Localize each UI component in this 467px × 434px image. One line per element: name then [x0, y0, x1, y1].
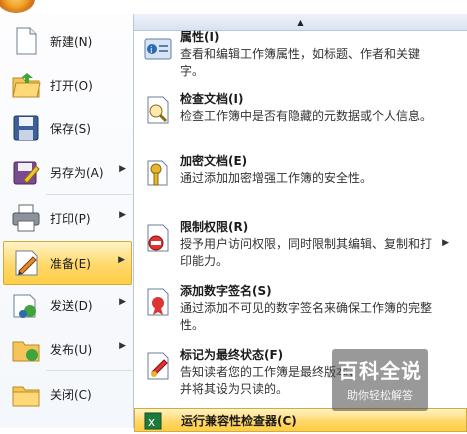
submenu-arrow-icon: ▶	[118, 255, 125, 265]
menu-item-label: 准备(E)	[50, 256, 91, 271]
printer-icon	[10, 202, 42, 234]
menu-item-open[interactable]: 打开(O)	[4, 64, 132, 106]
send-icon	[10, 289, 42, 321]
submenu-item-title: 限制权限(R)	[180, 220, 249, 234]
properties-icon: i	[142, 32, 174, 64]
submenu-item-title: 标记为最终状态(F)	[180, 348, 284, 362]
digital-signature-icon	[142, 286, 174, 318]
prepare-pencil-icon	[10, 247, 42, 279]
menu-item-label: 关闭(C)	[50, 387, 92, 402]
mark-final-icon	[142, 350, 174, 382]
submenu-item-compatibility-checker[interactable]: x 运行兼容性检查器(C)	[134, 408, 467, 432]
menu-item-label: 保存(S)	[50, 121, 91, 136]
menu-item-publish[interactable]: 发布(U) ▶	[4, 328, 132, 370]
title-strip	[0, 0, 467, 14]
submenu-item-properties[interactable]: i 属性(I) 查看和编辑工作簿属性，如标题、作者和关键字。	[134, 28, 467, 86]
menu-item-label: 另存为(A)	[50, 165, 104, 180]
scroll-up-icon: ▲	[297, 17, 304, 27]
open-folder-icon	[10, 69, 42, 101]
encrypt-key-icon	[142, 156, 174, 188]
publish-folder-icon	[10, 333, 42, 365]
submenu-arrow-icon: ▶	[119, 164, 126, 174]
menu-item-close[interactable]: 关闭(C)	[4, 373, 132, 415]
watermark-title: 百科全说	[338, 359, 422, 383]
menu-item-label: 打印(P)	[50, 211, 91, 226]
close-folder-icon	[10, 378, 42, 410]
menu-item-label: 新建(N)	[50, 34, 93, 49]
watermark-subtitle: 助你轻松解答	[347, 389, 413, 402]
submenu-item-desc: 查看和编辑工作簿属性，如标题、作者和关键字。	[180, 47, 421, 78]
menu-separator	[46, 194, 132, 195]
submenu-item-desc: 授予用户访问权限，同时限制其编辑、复制和打印能力。	[180, 237, 433, 268]
submenu-item-title: 运行兼容性检查器(C)	[181, 414, 297, 428]
menu-separator	[46, 370, 132, 371]
menu-item-save-as[interactable]: 另存为(A) ▶	[4, 151, 132, 193]
submenu-item-digital-signature[interactable]: 添加数字签名(S) 通过添加不可见的数字签名来确保工作簿的完整性。	[134, 282, 467, 342]
submenu-arrow-icon: ▶	[119, 210, 126, 220]
svg-text:x: x	[148, 415, 155, 429]
submenu-item-encrypt[interactable]: 加密文档(E) 通过添加加密增强工作簿的安全性。	[134, 152, 467, 210]
menu-item-label: 发送(D)	[50, 298, 93, 313]
menu-item-prepare[interactable]: 准备(E) ▶	[3, 241, 132, 285]
menu-item-label: 打开(O)	[50, 78, 93, 93]
submenu-arrow-icon: ▶	[442, 238, 449, 248]
submenu-item-title: 属性(I)	[180, 30, 220, 44]
watermark-logo: 百科全说 助你轻松解答	[332, 349, 428, 411]
office-button-icon[interactable]	[0, 0, 34, 12]
menu-item-new[interactable]: 新建(N)	[4, 20, 132, 62]
inspect-document-icon	[142, 94, 174, 126]
menu-item-print[interactable]: 打印(P) ▶	[4, 197, 132, 239]
submenu-item-title: 加密文档(E)	[180, 154, 248, 168]
svg-text:i: i	[150, 46, 153, 56]
submenu-item-desc: 通过添加不可见的数字签名来确保工作簿的完整性。	[180, 301, 433, 332]
restrict-permission-icon	[142, 222, 174, 254]
submenu-arrow-icon: ▶	[119, 341, 126, 351]
new-document-icon	[10, 25, 42, 57]
submenu-item-restrict-permission[interactable]: 限制权限(R) 授予用户访问权限，同时限制其编辑、复制和打印能力。 ▶	[134, 218, 467, 280]
submenu-item-desc: 通过添加加密增强工作簿的安全性。	[180, 171, 373, 185]
menu-item-label: 发布(U)	[50, 342, 93, 357]
file-menu-left-pane: 新建(N) 打开(O) 保存(S) 另存为(A) ▶ 打印(P) ▶ 准备(E)…	[0, 14, 134, 428]
submenu-item-title: 检查文档(I)	[180, 92, 244, 106]
submenu-item-desc: 检查工作簿中是否有隐藏的元数据或个人信息。	[180, 109, 433, 123]
submenu-item-title: 添加数字签名(S)	[180, 284, 272, 298]
save-as-icon	[10, 156, 42, 188]
submenu-item-inspect[interactable]: 检查文档(I) 检查工作簿中是否有隐藏的元数据或个人信息。	[134, 90, 467, 148]
menu-item-save[interactable]: 保存(S)	[4, 107, 132, 149]
submenu-arrow-icon: ▶	[119, 297, 126, 307]
menu-item-send[interactable]: 发送(D) ▶	[4, 284, 132, 326]
compatibility-checker-icon: x	[143, 411, 163, 431]
save-disk-icon	[10, 112, 42, 144]
